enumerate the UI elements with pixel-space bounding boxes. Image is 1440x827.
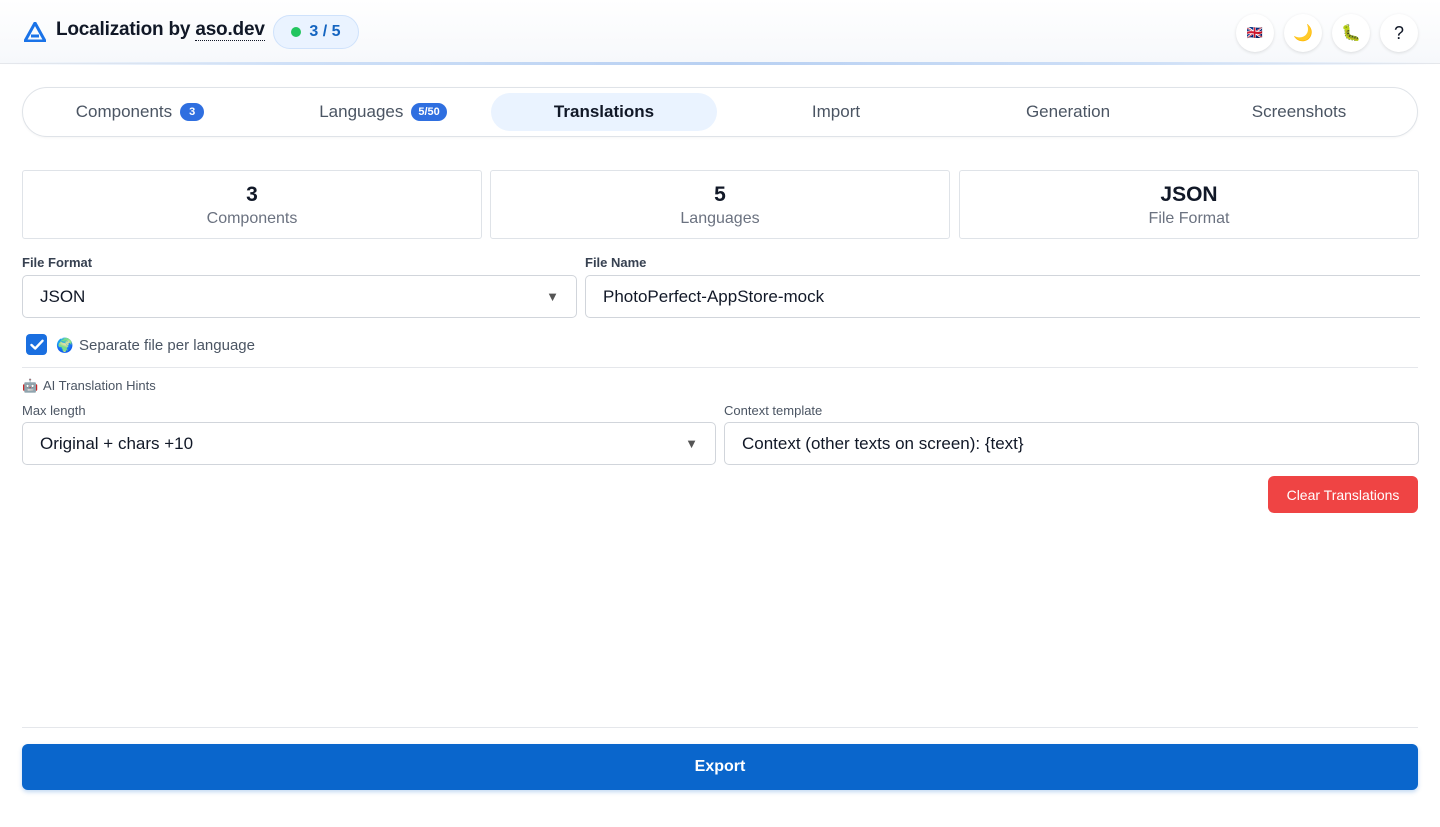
- brand-link[interactable]: aso.dev: [195, 19, 265, 41]
- file-name-label: File Name: [585, 255, 647, 270]
- moon-icon: 🌙: [1293, 25, 1313, 42]
- file-format-value: JSON: [40, 286, 86, 306]
- ai-hints-title: AI Translation Hints: [43, 378, 156, 393]
- stat-card-file-format: JSON File Format: [959, 170, 1419, 239]
- file-format-select[interactable]: JSON ▼: [22, 275, 577, 318]
- app-title: Localization by aso.dev: [56, 19, 265, 41]
- section-divider: [22, 367, 1418, 368]
- context-template-label: Context template: [724, 403, 823, 418]
- tab-import[interactable]: Import: [723, 93, 949, 131]
- robot-icon: 🤖: [22, 378, 39, 393]
- tab-label: Components: [75, 102, 173, 121]
- separate-file-checkbox[interactable]: [26, 334, 47, 355]
- tab-screenshots[interactable]: Screenshots: [1186, 93, 1412, 131]
- tab-label: Languages: [319, 102, 404, 121]
- chevron-down-icon: ▼: [546, 289, 559, 304]
- components-count-badge: 3: [180, 103, 205, 121]
- stat-label: File Format: [1148, 210, 1230, 227]
- progress-text: 3 / 5: [309, 23, 341, 40]
- footer-divider: [22, 727, 1418, 728]
- tab-label: Generation: [1025, 102, 1111, 121]
- file-format-label: File Format: [22, 255, 93, 270]
- status-dot-icon: [291, 27, 302, 37]
- max-length-select[interactable]: Original + chars +10 ▼: [22, 422, 716, 465]
- globe-icon: 🌍: [56, 337, 74, 353]
- tab-languages[interactable]: Languages 5/50: [278, 93, 488, 131]
- stat-value: 3: [246, 183, 258, 206]
- header-divider: [0, 62, 1440, 65]
- tab-generation[interactable]: Generation: [955, 93, 1181, 131]
- stat-label: Components: [206, 210, 298, 227]
- stat-value: JSON: [1160, 183, 1218, 206]
- tab-label: Import: [811, 102, 861, 121]
- tab-bar: Components 3 Languages 5/50 Translations…: [22, 87, 1418, 137]
- file-name-input[interactable]: PhotoPerfect-AppStore-mock: [585, 275, 1420, 318]
- clear-translations-button[interactable]: Clear Translations: [1268, 476, 1418, 513]
- tab-label: Screenshots: [1251, 102, 1347, 121]
- stat-card-languages: 5 Languages: [490, 170, 950, 239]
- context-template-value: Context (other texts on screen): {text}: [742, 433, 1024, 453]
- uk-flag-icon: 🇬🇧: [1246, 25, 1264, 40]
- file-name-value: PhotoPerfect-AppStore-mock: [603, 286, 825, 306]
- stat-value: 5: [714, 183, 726, 206]
- app-header: Localization by aso.dev 3 / 5 🇬🇧 🌙 🐛 ?: [0, 0, 1440, 65]
- tab-components[interactable]: Components 3: [45, 93, 235, 131]
- separate-file-label: Separate file per language: [79, 337, 255, 354]
- languages-count-badge: 5/50: [411, 103, 447, 121]
- stat-label: Languages: [680, 210, 760, 227]
- progress-badge: 3 / 5: [273, 15, 359, 49]
- language-flag-button[interactable]: 🇬🇧: [1236, 14, 1274, 52]
- help-button[interactable]: ?: [1380, 14, 1418, 52]
- help-icon: ?: [1393, 22, 1404, 43]
- stat-card-components: 3 Components: [22, 170, 482, 239]
- max-length-value: Original + chars +10: [40, 433, 194, 453]
- context-template-input[interactable]: Context (other texts on screen): {text}: [724, 422, 1419, 465]
- tab-translations[interactable]: Translations: [491, 93, 717, 131]
- app-title-prefix: Localization by: [56, 19, 196, 40]
- app-logo-icon: [24, 22, 46, 42]
- tab-label: Translations: [553, 102, 655, 121]
- max-length-label: Max length: [22, 403, 86, 418]
- theme-toggle-button[interactable]: 🌙: [1284, 14, 1322, 52]
- checkmark-icon: [29, 339, 44, 350]
- export-button[interactable]: Export: [22, 744, 1418, 790]
- bug-report-button[interactable]: 🐛: [1332, 14, 1370, 52]
- bug-icon: 🐛: [1341, 25, 1361, 42]
- chevron-down-icon: ▼: [685, 436, 698, 451]
